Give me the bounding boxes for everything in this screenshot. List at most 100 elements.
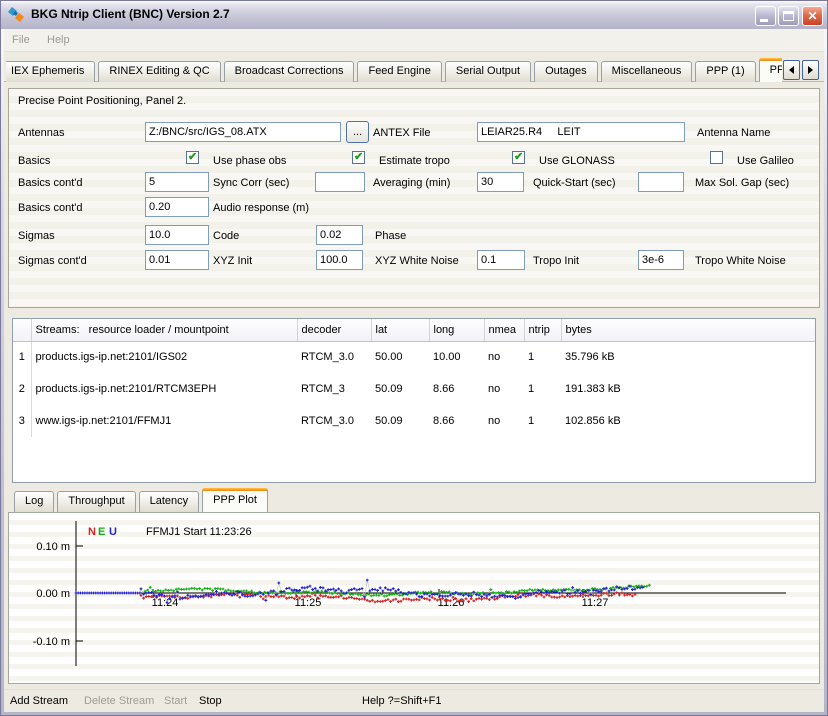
streams-header-bytes: bytes (561, 319, 815, 341)
tab-scroll-arrows (783, 60, 819, 80)
basics-contd-label: Basics cont'd (18, 176, 82, 190)
audio-response-label: Audio response (m) (213, 201, 309, 215)
streams-header-lat: lat (371, 319, 429, 341)
stream-cell-lat: 50.09 (371, 405, 429, 437)
stream-cell-nmea: no (484, 341, 524, 373)
quick-start-input[interactable] (477, 172, 524, 192)
stream-cell-ntrip: 1 (524, 341, 561, 373)
sigma-phase-label: Phase (375, 229, 406, 243)
tab-serial-output[interactable]: Serial Output (445, 61, 531, 82)
tropo-init-label: Tropo Init (533, 254, 579, 268)
top-tab-bar: IEX EphemerisRINEX Editing & QCBroadcast… (6, 58, 782, 82)
use-galileo-checkbox[interactable] (710, 151, 723, 164)
sigmas-label: Sigmas (18, 229, 55, 243)
stream-cell-lat: 50.00 (371, 341, 429, 373)
maximize-button[interactable] (778, 6, 799, 26)
xyz-init-input[interactable] (145, 250, 209, 270)
stop-button[interactable]: Stop (199, 695, 222, 707)
stream-cell-ntrip: 1 (524, 373, 561, 405)
sigma-phase-input[interactable] (316, 225, 363, 245)
use-phase-obs-checkbox[interactable] (186, 151, 199, 164)
antex-file-label: ANTEX File (373, 126, 430, 140)
antennas-label: Antennas (18, 126, 64, 140)
stream-cell-lat: 50.09 (371, 373, 429, 405)
status-bar: Add StreamDelete StreamStartStopHelp ?=S… (4, 689, 824, 712)
use-glonass-label: Use GLONASS (539, 154, 615, 168)
app-icon (8, 7, 24, 23)
estimate-tropo-label: Estimate tropo (379, 154, 450, 168)
start-button: Start (164, 695, 187, 707)
stream-row-1[interactable]: 1products.igs-ip.net:2101/IGS02RTCM_3.05… (13, 341, 815, 373)
svg-text:E: E (98, 526, 105, 538)
audio-response-input[interactable] (145, 197, 209, 217)
client-area: File Help IEX EphemerisRINEX Editing & Q… (4, 29, 824, 712)
tab-feed-engine[interactable]: Feed Engine (357, 61, 441, 82)
minimize-button[interactable] (755, 6, 776, 26)
tab-ppp-1[interactable]: PPP (1) (695, 61, 755, 82)
minimize-icon (760, 19, 768, 22)
stream-row-3[interactable]: 3www.igs-ip.net:2101/FFMJ1RTCM_3.050.098… (13, 405, 815, 437)
stream-cell-long: 10.00 (429, 341, 484, 373)
stream-row-2[interactable]: 2products.igs-ip.net:2101/RTCM3EPHRTCM_3… (13, 373, 815, 405)
tab-miscellaneous[interactable]: Miscellaneous (601, 61, 693, 82)
bottom-tab-log[interactable]: Log (14, 491, 54, 512)
ppp-plot: 0.10 m0.00 m-0.10 m11:2411:2511:2611:27N… (9, 513, 819, 683)
streams-header-ntrip: ntrip (524, 319, 561, 341)
ppp-plot-panel: 0.10 m0.00 m-0.10 m11:2411:2511:2611:27N… (8, 512, 820, 684)
tab-rinex-editing-qc[interactable]: RINEX Editing & QC (98, 61, 220, 82)
right-arrow-icon (808, 66, 813, 74)
menu-bar: File Help (4, 29, 824, 52)
sigma-code-input[interactable] (145, 225, 209, 245)
max-sol-gap-input[interactable] (638, 172, 684, 192)
bottom-tab-latency[interactable]: Latency (139, 491, 200, 512)
close-icon: ✕ (803, 8, 822, 24)
max-sol-gap-label: Max Sol. Gap (sec) (695, 176, 789, 190)
tropo-white-noise-label: Tropo White Noise (695, 254, 786, 268)
stream-cell-index: 3 (13, 405, 31, 437)
sync-corr-input[interactable] (145, 172, 209, 192)
close-button[interactable]: ✕ (802, 6, 823, 26)
window-title: BKG Ntrip Client (BNC) Version 2.7 (31, 7, 230, 21)
stream-cell-nmea: no (484, 373, 524, 405)
streams-header-decoder: decoder (297, 319, 371, 341)
antenna-name-label: Antenna Name (697, 126, 770, 140)
tab-outages[interactable]: Outages (534, 61, 598, 82)
svg-text:U: U (109, 526, 117, 538)
stream-cell-ntrip: 1 (524, 405, 561, 437)
tropo-init-input[interactable] (477, 250, 525, 270)
tab-iex-ephemeris[interactable]: IEX Ephemeris (6, 61, 95, 82)
estimate-tropo-checkbox[interactable] (352, 151, 365, 164)
tab-scroll-left-button[interactable] (783, 60, 800, 80)
antenna-name-input[interactable] (477, 122, 685, 142)
app-window: BKG Ntrip Client (BNC) Version 2.7 ✕ Fil… (0, 0, 828, 716)
xyz-white-noise-label: XYZ White Noise (375, 254, 459, 268)
add-stream-button[interactable]: Add Stream (10, 695, 68, 707)
basics-label: Basics (18, 154, 50, 168)
svg-text:0.00 m: 0.00 m (36, 588, 70, 600)
stream-cell-bytes: 191.383 kB (561, 373, 815, 405)
tab-ppp-2[interactable]: PPP (2) (759, 58, 782, 82)
delete-stream-button: Delete Stream (84, 695, 154, 707)
stream-cell-bytes: 102.856 kB (561, 405, 815, 437)
bottom-tab-ppp-plot[interactable]: PPP Plot (202, 488, 268, 512)
averaging-input[interactable] (315, 172, 365, 192)
bottom-tab-throughput[interactable]: Throughput (57, 491, 135, 512)
sigmas-contd-label: Sigmas cont'd (18, 254, 87, 268)
tab-scroll-right-button[interactable] (802, 60, 819, 80)
xyz-white-noise-input[interactable] (316, 250, 363, 270)
svg-text:N: N (88, 526, 96, 538)
menu-help[interactable]: Help (47, 34, 70, 46)
tab-broadcast-corrections[interactable]: Broadcast Corrections (224, 61, 355, 82)
antex-path-input[interactable] (145, 122, 341, 142)
stream-cell-index: 1 (13, 341, 31, 373)
antex-browse-button[interactable]: ... (346, 121, 369, 143)
streams-header-long: long (429, 319, 484, 341)
menu-file[interactable]: File (12, 34, 30, 46)
use-glonass-checkbox[interactable] (512, 151, 525, 164)
tropo-white-noise-input[interactable] (638, 250, 684, 270)
ppp2-form-panel (8, 88, 820, 308)
svg-text:0.10 m: 0.10 m (36, 541, 70, 553)
stream-cell-mountpoint: products.igs-ip.net:2101/IGS02 (31, 341, 297, 373)
svg-text:11:27: 11:27 (582, 597, 609, 609)
stream-cell-long: 8.66 (429, 373, 484, 405)
